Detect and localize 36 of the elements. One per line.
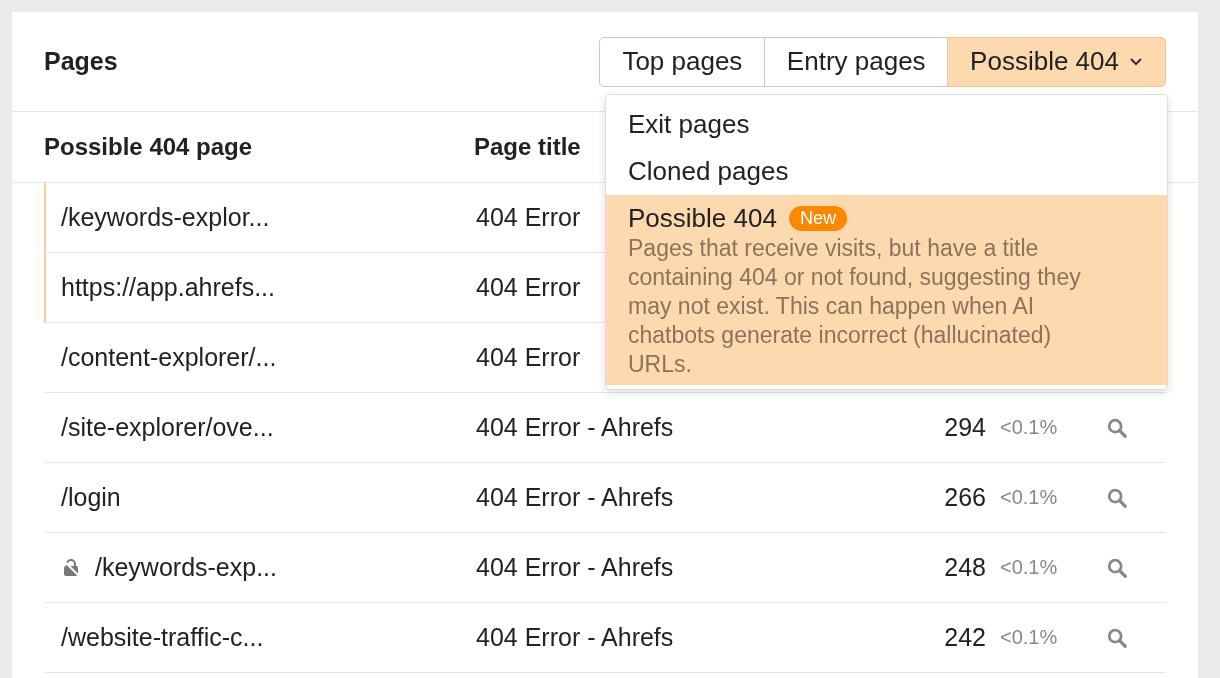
page-url[interactable]: /content-explorer/... <box>46 343 476 372</box>
column-header[interactable]: Possible 404 page <box>44 133 474 161</box>
page-title: 404 Error - Ahrefs <box>476 483 674 511</box>
segment-tab[interactable]: Possible 404 <box>947 36 1166 87</box>
page-title: 404 Error <box>476 273 581 301</box>
page-title: 404 Error <box>476 343 581 371</box>
page-title: 404 Error - Ahrefs <box>476 553 674 581</box>
visits-share: <0.1% <box>999 416 1059 439</box>
menu-description: Pages that receive visits, but have a title containing 404 or not found, suggesting they may not exist. This can happen when AI chatbots generate incorrect (hallucinated) URLs. <box>628 234 1082 379</box>
menu-item[interactable]: Exit pages <box>606 101 1167 148</box>
visits-count: 266 <box>943 483 986 512</box>
page-title: 404 Error - Ahrefs <box>476 413 674 441</box>
search-icon[interactable] <box>1106 626 1128 649</box>
search-icon[interactable] <box>1106 556 1128 579</box>
menu-item[interactable]: Cloned pages <box>606 148 1167 195</box>
menu-item[interactable]: Possible 404 New Pages that receive visits, but have a title containing 404 or not found, suggesting they may not exist. This can happen when AI chatbots generate incorrect (hallucinated) URLs. <box>606 195 1167 385</box>
page-title: 404 Error - Ahrefs <box>476 623 674 651</box>
visits-share: <0.1% <box>999 556 1059 579</box>
page-url[interactable]: /site-explorer/ove... <box>46 413 476 442</box>
new-badge: New <box>788 206 847 231</box>
page-url[interactable]: /website-traffic-c... <box>46 623 476 652</box>
visits-count: 294 <box>943 413 986 442</box>
page-url[interactable]: /keywords-explor... <box>46 203 476 232</box>
visits-share: <0.1% <box>999 486 1059 509</box>
visits-count: 248 <box>943 553 986 582</box>
page-url[interactable]: /keywords-exp... <box>46 553 476 582</box>
search-icon[interactable] <box>1106 416 1128 439</box>
visits-share: <0.1% <box>999 626 1059 649</box>
page-url[interactable]: https://app.ahrefs... <box>46 273 476 302</box>
visits-count: 242 <box>943 623 986 652</box>
segment-tab[interactable]: Entry pages <box>763 36 949 87</box>
card-title: Pages <box>44 47 118 76</box>
search-icon[interactable] <box>1106 486 1128 509</box>
page-title: 404 Error <box>476 203 581 231</box>
page-url[interactable]: /login <box>46 483 476 512</box>
segment-tab[interactable]: Top pages <box>599 36 766 87</box>
